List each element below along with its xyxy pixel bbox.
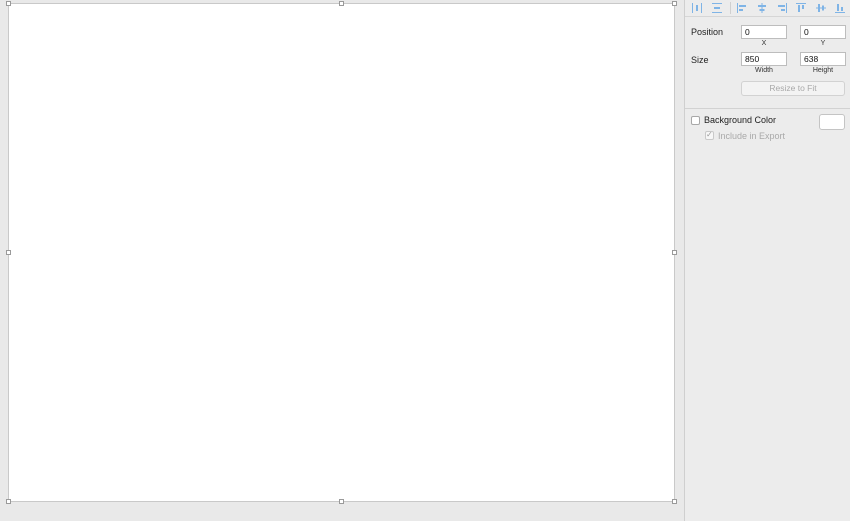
include-in-export-checkbox[interactable]: ✓ (705, 130, 714, 140)
artboard[interactable] (8, 3, 675, 502)
size-height-caption: Height (812, 67, 834, 74)
align-bottom-icon[interactable] (834, 2, 846, 14)
background-color-well[interactable] (819, 114, 845, 130)
resize-handle-middle-left[interactable] (6, 250, 11, 255)
distribute-horizontally-icon[interactable] (691, 2, 703, 14)
resize-handle-middle-right[interactable] (672, 250, 677, 255)
checkmark-icon: ✓ (706, 130, 713, 139)
inspector-panel: Position X Y Size Width Height Resize to… (684, 0, 850, 521)
resize-handle-bottom-center[interactable] (339, 499, 344, 504)
position-x-input[interactable] (741, 25, 787, 39)
size-label: Size (691, 55, 709, 65)
position-y-caption: Y (820, 40, 826, 47)
resize-handle-top-right[interactable] (672, 1, 677, 6)
background-color-checkbox[interactable] (691, 116, 700, 125)
align-right-icon[interactable] (776, 2, 788, 14)
section-divider (685, 108, 850, 109)
resize-handle-bottom-right[interactable] (672, 499, 677, 504)
align-horizontal-center-icon[interactable] (756, 2, 768, 14)
align-left-icon[interactable] (736, 2, 748, 14)
resize-to-fit-button[interactable]: Resize to Fit (741, 81, 845, 96)
resize-handle-top-left[interactable] (6, 1, 11, 6)
toolbar-separator (730, 2, 731, 14)
resize-handle-bottom-left[interactable] (6, 499, 11, 504)
size-height-input[interactable] (800, 52, 846, 66)
include-in-export-label: Include in Export (718, 131, 786, 141)
canvas-area[interactable] (0, 0, 684, 521)
position-y-input[interactable] (800, 25, 846, 39)
size-width-input[interactable] (741, 52, 787, 66)
size-width-caption: Width (755, 67, 773, 74)
alignment-toolbar (685, 0, 850, 17)
align-vertical-middle-icon[interactable] (815, 2, 827, 14)
distribute-vertically-icon[interactable] (711, 2, 723, 14)
background-color-label: Background Color (704, 115, 777, 125)
align-top-icon[interactable] (795, 2, 807, 14)
position-label: Position (691, 27, 724, 37)
resize-handle-top-center[interactable] (339, 1, 344, 6)
position-x-caption: X (761, 40, 767, 47)
